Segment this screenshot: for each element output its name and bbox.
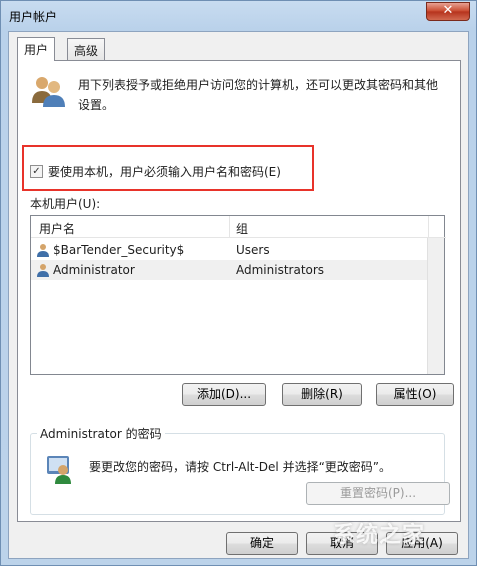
users-icon [32, 77, 65, 107]
column-separator[interactable] [428, 216, 429, 238]
intro-text: 用下列表授予或拒绝用户访问您的计算机，还可以更改其密码和其他设置。 [78, 78, 439, 112]
list-scrollbar[interactable] [427, 238, 444, 374]
close-button[interactable]: ✕ [426, 2, 470, 21]
row-group: Administrators [236, 263, 325, 277]
user-accounts-dialog: 用户帐户 ✕ 用户 高级 用下列表授予或拒绝用户访问您的计算机，还可以更改其密码… [0, 0, 477, 566]
tab-advanced[interactable]: 高级 [67, 38, 106, 60]
column-header-username[interactable]: 用户名 [39, 220, 75, 237]
row-username: Administrator [53, 263, 135, 277]
user-icon [37, 244, 49, 257]
reset-password-button[interactable]: 重置密码(P)... [306, 482, 450, 505]
add-user-button[interactable]: 添加(D)... [182, 383, 266, 406]
local-users-label: 本机用户(U): [30, 197, 101, 211]
password-group-legend: Administrator 的密码 [37, 425, 165, 442]
user-icon [37, 264, 49, 277]
require-login-label[interactable]: 要使用本机，用户必须输入用户名和密码(E) [48, 163, 281, 180]
dialog-client-area: 用户 高级 用下列表授予或拒绝用户访问您的计算机，还可以更改其密码和其他设置。 … [8, 31, 469, 559]
table-row[interactable]: $BarTender_Security$ Users [31, 240, 428, 260]
row-group: Users [236, 243, 270, 257]
watermark-logo: 系统之家 [333, 523, 426, 548]
require-login-checkbox[interactable]: ✓ [30, 165, 43, 178]
column-header-group[interactable]: 组 [236, 220, 248, 237]
title-bar[interactable]: 用户帐户 ✕ [1, 1, 476, 31]
properties-button[interactable]: 属性(O) [376, 383, 454, 406]
password-user-icon [47, 456, 71, 484]
table-row[interactable]: Administrator Administrators [31, 260, 428, 280]
tab-users[interactable]: 用户 [17, 37, 56, 61]
remove-user-button[interactable]: 删除(R) [282, 383, 362, 406]
local-users-list[interactable]: 用户名 组 $BarTender_Security$ Users Adminis… [30, 215, 446, 375]
list-header: 用户名 组 [31, 216, 446, 238]
ok-button[interactable]: 确定 [226, 532, 298, 555]
column-separator[interactable] [229, 216, 230, 238]
row-username: $BarTender_Security$ [53, 243, 185, 257]
window-title: 用户帐户 [9, 10, 58, 24]
require-login-row[interactable]: ✓ 要使用本机，用户必须输入用户名和密码(E) [30, 163, 281, 180]
users-tab-panel: 用下列表授予或拒绝用户访问您的计算机，还可以更改其密码和其他设置。 ✓ 要使用本… [17, 60, 461, 522]
password-group: Administrator 的密码 要更改您的密码，请按 Ctrl-Alt-De… [30, 425, 450, 515]
password-instructions: 要更改您的密码，请按 Ctrl-Alt-Del 并选择“更改密码”。 [89, 460, 392, 474]
